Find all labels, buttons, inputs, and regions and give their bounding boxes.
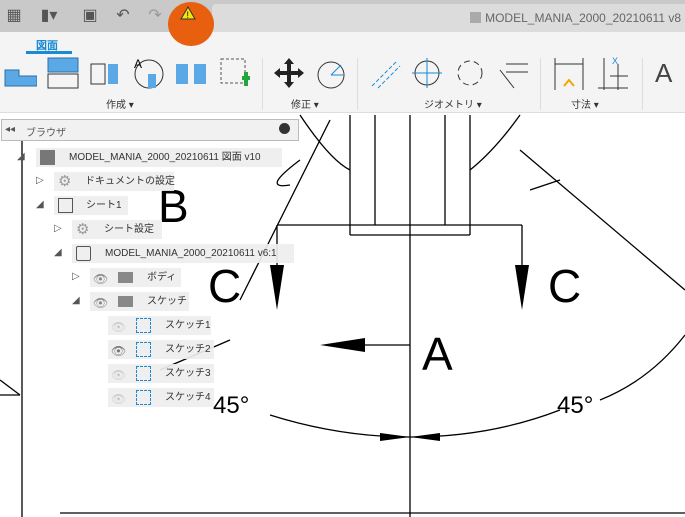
sketch-icon <box>136 366 151 381</box>
text-tool-button[interactable]: A <box>655 58 672 89</box>
gear-icon: ⚙ <box>76 221 90 238</box>
arrow-c-left <box>270 265 284 310</box>
minimize-icon[interactable] <box>279 123 290 134</box>
cube-icon <box>470 12 482 23</box>
eye-hidden-icon[interactable]: 👁 <box>111 318 126 334</box>
file-menu-icon[interactable]: ▮▾ <box>34 6 64 26</box>
collapsed-icon[interactable]: ▷ <box>72 271 80 282</box>
angle-left: 45° <box>213 392 249 419</box>
svg-text:!: ! <box>187 10 190 20</box>
tree-sketch-item[interactable]: 👁 スケッチ2 <box>108 340 214 359</box>
tree-bodies[interactable]: 👁 ボディ <box>90 268 181 287</box>
save-icon[interactable]: ▣ <box>80 6 100 26</box>
label-a: A <box>422 328 453 380</box>
center-pattern-icon[interactable] <box>453 56 487 90</box>
tree-view[interactable]: MODEL_MANIA_2000_20210611 v6:1 <box>72 244 294 263</box>
browser-panel-header: ◂◂ ブラウザ <box>1 119 299 141</box>
tree-sheet-settings[interactable]: ⚙ シート設定 <box>72 220 162 239</box>
angle-right: 45° <box>557 392 593 419</box>
arrow-c-right <box>515 265 529 310</box>
collapsed-icon[interactable]: ▷ <box>36 175 44 186</box>
folder-icon <box>118 296 133 307</box>
sheet-icon <box>58 198 73 213</box>
drawing-icon <box>40 150 55 165</box>
base-view-icon[interactable] <box>3 56 37 90</box>
title-bar: ▦ ▮▾ ▣ ↶ ↷ ! MODEL_MANIA_2000_20210611 v… <box>0 0 685 46</box>
browser-title: ブラウザ <box>26 128 66 139</box>
expanded-icon[interactable]: ◢ <box>54 247 62 258</box>
move-icon[interactable] <box>272 56 306 90</box>
undo-icon[interactable]: ↶ <box>113 6 133 26</box>
rotate-icon[interactable] <box>314 56 348 90</box>
sketch-icon <box>136 390 151 405</box>
dimension-group-menu[interactable]: 寸法 ▾ <box>571 96 599 111</box>
dimension-icon[interactable] <box>552 56 586 90</box>
eye-hidden-icon[interactable]: 👁 <box>111 390 126 406</box>
expanded-icon[interactable]: ◢ <box>36 199 44 210</box>
folder-icon <box>118 272 133 283</box>
svg-text:X: X <box>612 56 618 66</box>
detail-view-icon[interactable]: A <box>132 56 166 90</box>
redo-icon[interactable]: ↷ <box>145 6 165 26</box>
sketch-icon <box>136 342 151 357</box>
eye-icon[interactable]: 👁 <box>93 270 108 286</box>
label-c-left: C <box>208 260 241 312</box>
section-view-icon[interactable] <box>88 56 122 90</box>
tree-root[interactable]: MODEL_MANIA_2000_20210611 図面 v10 <box>36 148 282 167</box>
collapsed-icon[interactable]: ▷ <box>54 223 62 234</box>
ribbon-toolbar: 図面 A X A 作成 ▾ 修正 ▾ ジオメトリ ▾ 寸法 ▾ <box>0 32 685 113</box>
expanded-icon[interactable]: ◢ <box>72 295 80 306</box>
warning-icon[interactable]: ! <box>178 6 198 26</box>
eye-hidden-icon[interactable]: 👁 <box>111 366 126 382</box>
projected-view-icon[interactable] <box>46 56 80 90</box>
modify-group-menu[interactable]: 修正 ▾ <box>291 96 319 111</box>
app-grid-icon[interactable]: ▦ <box>4 6 24 26</box>
geometry-group-menu[interactable]: ジオメトリ ▾ <box>424 96 482 111</box>
document-tab[interactable]: MODEL_MANIA_2000_20210611 v8 <box>212 4 685 32</box>
tab-underline <box>26 51 72 54</box>
expanded-icon[interactable]: ◢ <box>17 151 25 162</box>
sketch-icon <box>136 318 151 333</box>
tree-sheet[interactable]: シート1 <box>54 196 128 215</box>
label-c-right: C <box>548 260 581 312</box>
sketch-create-icon[interactable] <box>218 56 252 90</box>
center-mark-icon[interactable] <box>410 56 444 90</box>
eye-icon[interactable]: 👁 <box>93 294 108 310</box>
tree-doc-settings[interactable]: ⚙ ドキュメントの設定 <box>54 172 175 191</box>
document-title: MODEL_MANIA_2000_20210611 v8 <box>485 11 681 25</box>
tree-sketch-item[interactable]: 👁 スケッチ1 <box>108 316 211 335</box>
component-icon <box>76 246 91 261</box>
edge-extension-icon[interactable] <box>496 56 530 90</box>
ordinate-dimension-icon[interactable]: X <box>596 56 630 90</box>
tree-sketches[interactable]: 👁 スケッチ <box>90 292 189 311</box>
gear-icon: ⚙ <box>58 173 72 190</box>
collapse-panel-icon[interactable]: ◂◂ <box>5 124 15 135</box>
break-view-icon[interactable] <box>174 56 208 90</box>
centerline-icon[interactable] <box>368 56 402 90</box>
arrow-a <box>320 338 365 352</box>
eye-icon[interactable]: 👁 <box>111 342 126 358</box>
svg-text:A: A <box>134 57 142 71</box>
create-group-menu[interactable]: 作成 ▾ <box>106 96 134 111</box>
tree-sketch-item[interactable]: 👁 スケッチ3 <box>108 364 214 383</box>
tree-sketch-item[interactable]: 👁 スケッチ4 <box>108 388 214 407</box>
